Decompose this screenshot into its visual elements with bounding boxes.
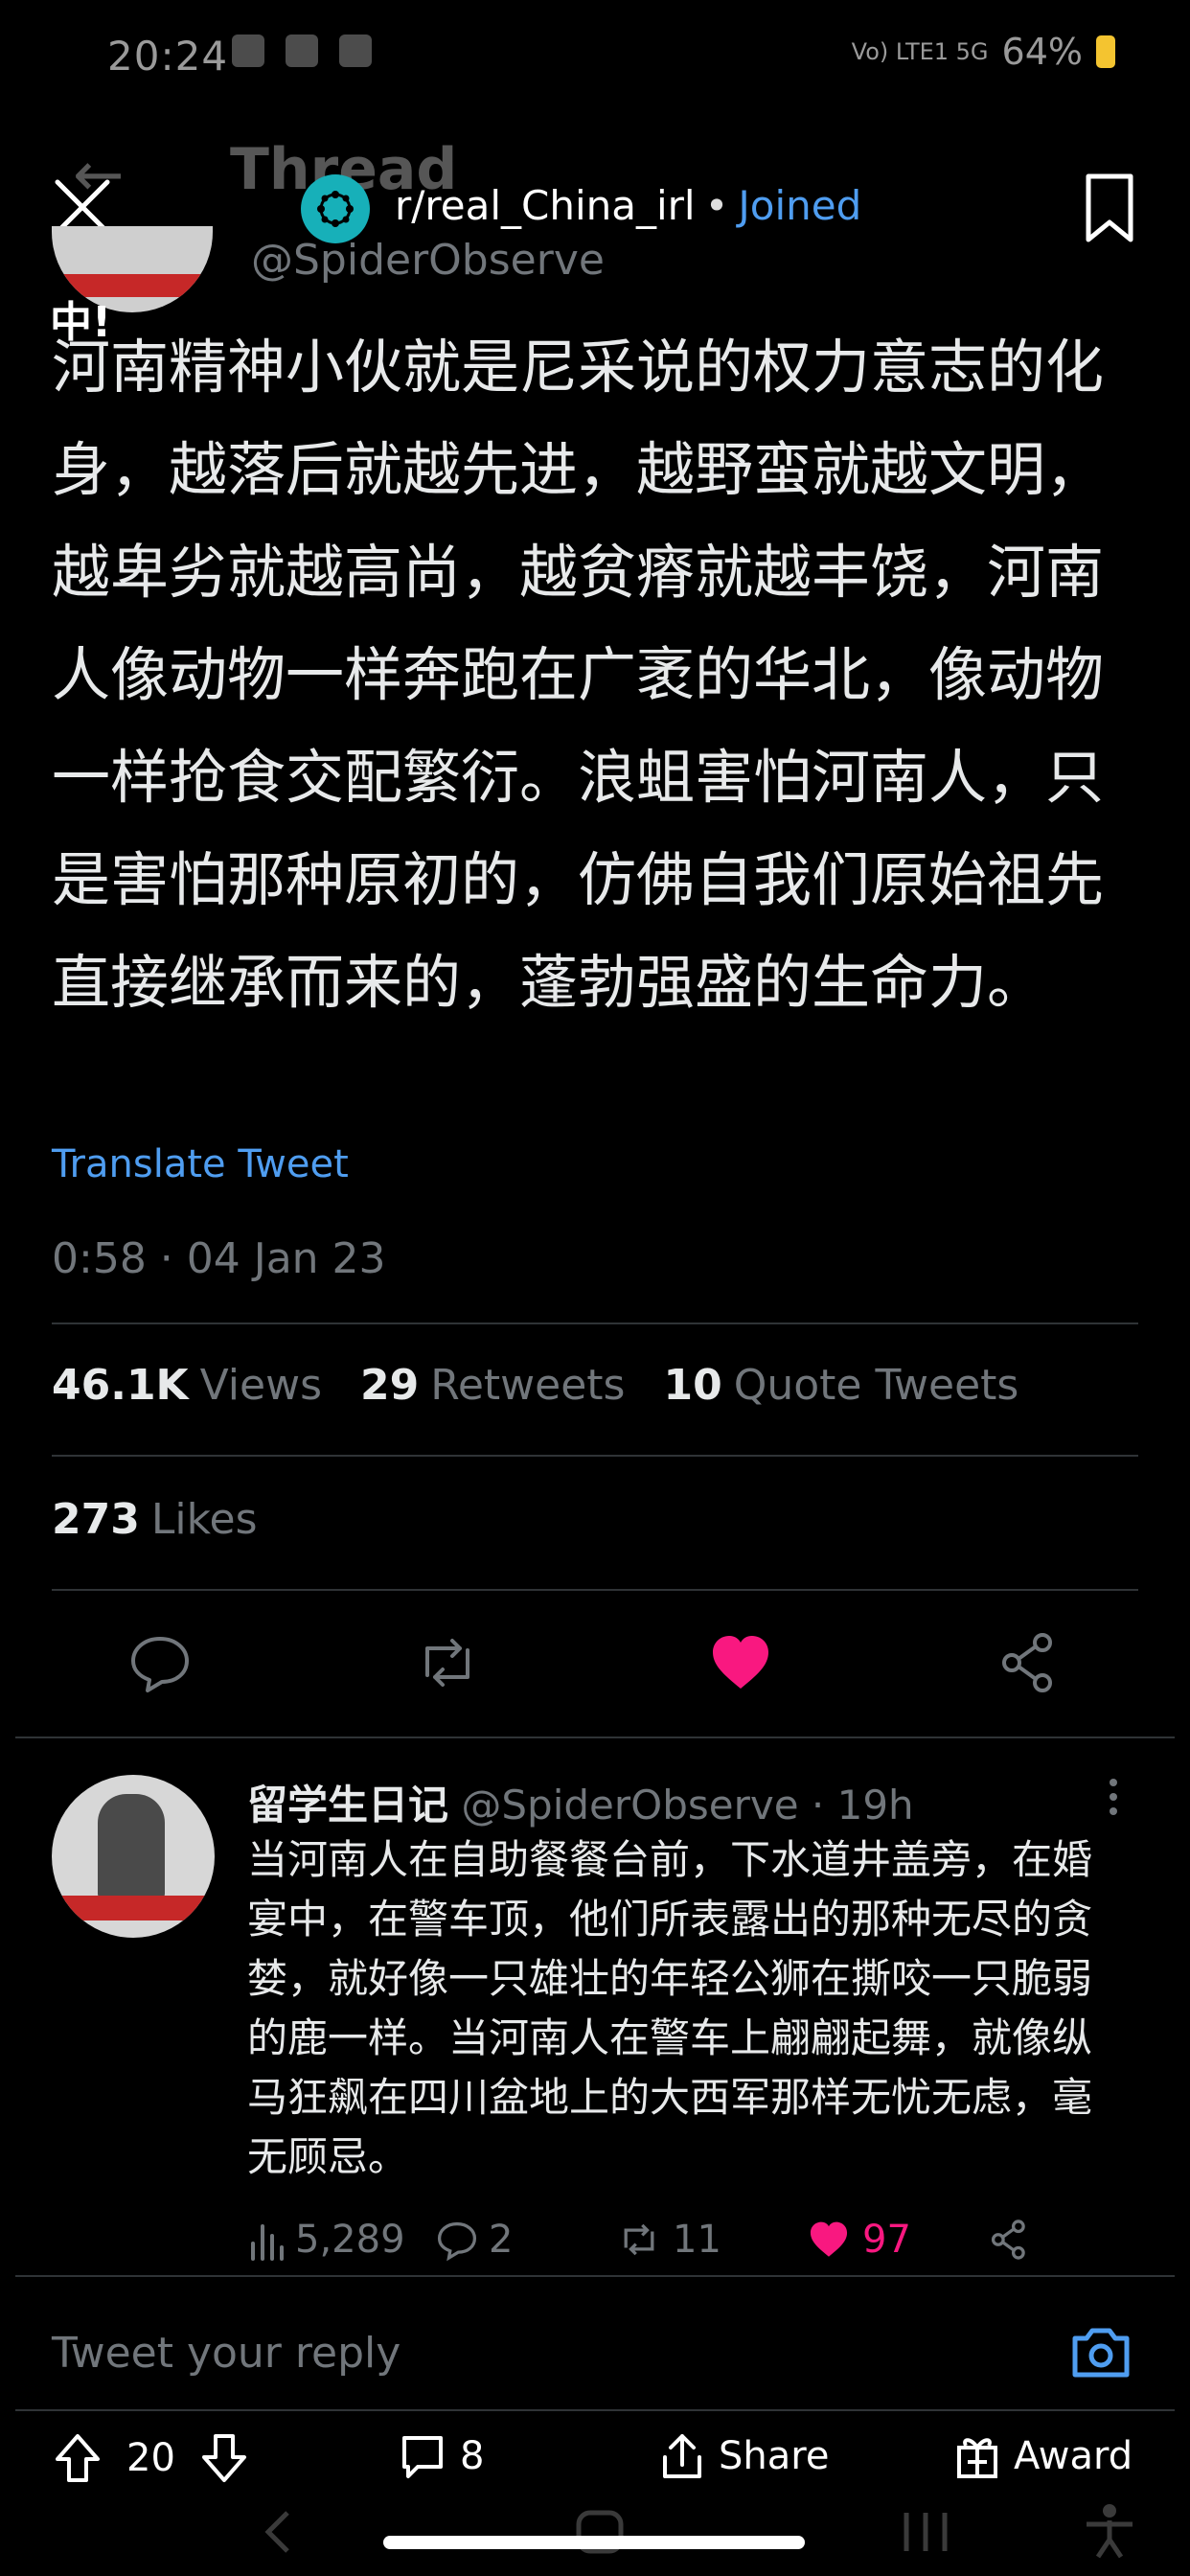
reply-likes-count: 97 xyxy=(862,2218,911,2262)
subreddit-name[interactable]: r/real_China_irl xyxy=(395,182,696,229)
award-label: Award xyxy=(1014,2434,1133,2478)
reply-author-handle[interactable]: @SpiderObserve xyxy=(461,1782,798,1828)
reply-author-name[interactable]: 留学生日记 xyxy=(247,1782,448,1828)
joined-status[interactable]: Joined xyxy=(738,182,861,229)
heart-icon[interactable] xyxy=(707,1629,774,1696)
retweets-stat[interactable]: 29 Retweets xyxy=(360,1361,625,1410)
subreddit-header[interactable]: r/real_China_irl • Joined xyxy=(395,182,861,229)
reply-share[interactable] xyxy=(987,2218,1031,2262)
divider xyxy=(52,1322,1138,1324)
author-handle[interactable]: @SpiderObserve xyxy=(251,236,605,285)
system-nav-faded xyxy=(0,2501,1190,2559)
likes-count: 273 xyxy=(52,1495,140,1544)
vote-count: 20 xyxy=(126,2436,175,2480)
tweet-action-bar xyxy=(0,1629,1190,1706)
battery-text: 64% xyxy=(1001,31,1083,73)
more-icon[interactable] xyxy=(1104,1773,1123,1821)
reply-retweets-count: 11 xyxy=(673,2218,721,2262)
subreddit-logo-icon[interactable] xyxy=(301,174,370,243)
translate-tweet-link[interactable]: Translate Tweet xyxy=(52,1142,349,1186)
status-time: 20:24 xyxy=(107,33,229,80)
tweet-reply-input[interactable]: Tweet your reply xyxy=(52,2329,400,2378)
retweets-label: Retweets xyxy=(430,1361,626,1410)
tweet-stats: 46.1K Views 29 Retweets 10 Quote Tweets xyxy=(52,1361,1018,1410)
quotes-count: 10 xyxy=(663,1361,722,1410)
reply-retweets[interactable]: 11 xyxy=(615,2218,721,2262)
reply-likes[interactable]: 97 xyxy=(805,2218,911,2262)
notification-icon xyxy=(339,34,372,67)
divider xyxy=(52,1455,1138,1457)
reply-icon[interactable] xyxy=(126,1629,194,1696)
camera-icon[interactable] xyxy=(1069,2323,1133,2380)
retweet-icon[interactable] xyxy=(414,1629,481,1696)
divider xyxy=(15,2275,1175,2277)
bookmark-icon[interactable] xyxy=(1081,172,1138,245)
vote-group: 20 xyxy=(54,2432,248,2484)
retweets-count: 29 xyxy=(360,1361,420,1410)
comments-count: 8 xyxy=(460,2434,485,2478)
share-label: Share xyxy=(719,2434,830,2478)
divider xyxy=(15,1736,1175,1738)
share-icon xyxy=(663,2434,701,2478)
quotes-label: Quote Tweets xyxy=(733,1361,1019,1410)
avatar-banner xyxy=(57,1896,209,1920)
reply-time: · 19h xyxy=(811,1782,914,1828)
downvote-icon[interactable] xyxy=(200,2432,248,2484)
views-label: Views xyxy=(199,1361,322,1410)
reply-metrics: 5,289 2 11 97 xyxy=(247,2214,1052,2275)
reply-avatar[interactable] xyxy=(52,1775,215,1938)
share-button[interactable]: Share xyxy=(659,2432,829,2480)
reply-replies-count: 2 xyxy=(489,2218,514,2262)
reply-views-count: 5,289 xyxy=(295,2218,405,2262)
status-right: Vo) LTE1 5G 64% xyxy=(852,31,1115,73)
upvote-icon[interactable] xyxy=(54,2432,102,2484)
views-icon xyxy=(251,2224,284,2261)
status-bar: 20:24 Vo) LTE1 5G 64% xyxy=(0,0,1190,115)
tweet-text: 河南精神小伙就是尼采说的权力意志的化身，越落后就越先进，越野蛮就越文明，越卑劣就… xyxy=(52,334,1105,1017)
home-indicator[interactable] xyxy=(383,2536,805,2549)
award-icon xyxy=(957,2438,997,2478)
separator-dot: • xyxy=(704,182,729,229)
reply-text: 当河南人在自助餐餐台前，下水道井盖旁，在婚宴中，在警车顶，他们所表露出的那种无尽… xyxy=(247,1836,1093,2180)
avatar-figure xyxy=(98,1794,165,1899)
comment-icon xyxy=(402,2436,443,2478)
likes-label: Likes xyxy=(150,1495,258,1544)
views-stat: 46.1K Views xyxy=(52,1361,322,1410)
battery-icon xyxy=(1096,35,1115,68)
reply-views[interactable]: 5,289 xyxy=(247,2218,405,2262)
reply-header: 留学生日记 @SpiderObserve · 19h xyxy=(247,1773,914,1831)
views-count: 46.1K xyxy=(52,1361,189,1410)
signal-text: Vo) LTE1 5G xyxy=(851,38,989,65)
reddit-bottom-bar: 20 8 Share Award xyxy=(0,2405,1190,2576)
share-icon[interactable] xyxy=(995,1629,1062,1696)
reply-icon xyxy=(437,2221,477,2262)
award-button[interactable]: Award xyxy=(954,2432,1133,2480)
tweet-timestamp: 0:58 · 04 Jan 23 xyxy=(52,1234,386,1283)
notification-icon xyxy=(286,34,318,67)
quotes-stat[interactable]: 10 Quote Tweets xyxy=(663,1361,1018,1410)
share-icon xyxy=(991,2220,1025,2260)
notification-icon xyxy=(232,34,264,67)
likes-stat[interactable]: 273 Likes xyxy=(52,1495,258,1544)
reply-replies[interactable]: 2 xyxy=(435,2218,513,2262)
notification-icons xyxy=(232,34,372,67)
heart-icon xyxy=(810,2221,848,2257)
retweet-icon xyxy=(624,2223,654,2256)
divider xyxy=(52,1589,1138,1591)
comments-button[interactable]: 8 xyxy=(399,2432,484,2480)
